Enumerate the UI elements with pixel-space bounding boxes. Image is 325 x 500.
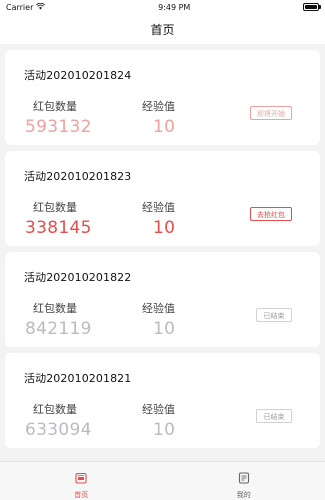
amount-label: 红包数量 bbox=[33, 302, 77, 315]
amount-label: 红包数量 bbox=[33, 100, 77, 113]
activity-title: 活动202010201824 bbox=[24, 69, 132, 82]
page-title: 首页 bbox=[150, 22, 175, 37]
status-left: Carrier bbox=[6, 2, 46, 12]
activity-card[interactable]: 活动202010201824 红包数量 经验值 593132 10 即将开始 bbox=[5, 50, 320, 145]
tab-home[interactable]: 首页 bbox=[0, 462, 163, 500]
exp-label: 经验值 bbox=[142, 403, 175, 416]
ended-button[interactable]: 已结束 bbox=[256, 308, 292, 322]
exp-label: 经验值 bbox=[142, 100, 175, 113]
tab-mine-label: 我的 bbox=[236, 491, 251, 499]
activity-card[interactable]: 活动202010201821 红包数量 经验值 633094 10 已结束 bbox=[5, 353, 320, 448]
carrier-label: Carrier bbox=[6, 2, 34, 12]
tab-mine[interactable]: 我的 bbox=[163, 462, 325, 500]
nav-bar: 首页 bbox=[0, 14, 325, 44]
activity-card[interactable]: 活动202010201822 红包数量 经验值 842119 10 已结束 bbox=[5, 252, 320, 347]
exp-label: 经验值 bbox=[142, 201, 175, 214]
ended-button[interactable]: 已结束 bbox=[256, 409, 292, 423]
amount-label: 红包数量 bbox=[33, 403, 77, 416]
status-time: 9:49 PM bbox=[158, 2, 191, 12]
exp-label: 经验值 bbox=[142, 302, 175, 315]
home-icon bbox=[75, 469, 87, 488]
amount-value: 338145 bbox=[25, 218, 92, 238]
tab-bar: 首页 我的 bbox=[0, 461, 325, 500]
upcoming-button[interactable]: 即将开始 bbox=[250, 106, 292, 120]
exp-value: 10 bbox=[153, 117, 176, 137]
grab-redpacket-button[interactable]: 去抢红包 bbox=[250, 207, 292, 221]
activity-card[interactable]: 活动202010201823 红包数量 经验值 338145 10 去抢红包 bbox=[5, 151, 320, 246]
status-bar: Carrier 9:49 PM bbox=[0, 0, 325, 14]
exp-value: 10 bbox=[153, 218, 176, 238]
amount-value: 633094 bbox=[25, 420, 92, 440]
exp-value: 10 bbox=[153, 420, 176, 440]
battery-icon bbox=[303, 3, 321, 11]
amount-value: 593132 bbox=[25, 117, 92, 137]
activity-title: 活动202010201822 bbox=[24, 271, 132, 284]
document-icon bbox=[238, 469, 250, 488]
activity-title: 活动202010201823 bbox=[24, 170, 132, 183]
wifi-icon bbox=[36, 2, 46, 12]
amount-label: 红包数量 bbox=[33, 201, 77, 214]
activity-list[interactable]: 活动202010201824 红包数量 经验值 593132 10 即将开始 活… bbox=[0, 44, 325, 462]
tab-home-label: 首页 bbox=[74, 491, 89, 499]
activity-title: 活动202010201821 bbox=[24, 372, 132, 385]
amount-value: 842119 bbox=[25, 319, 92, 339]
exp-value: 10 bbox=[153, 319, 176, 339]
